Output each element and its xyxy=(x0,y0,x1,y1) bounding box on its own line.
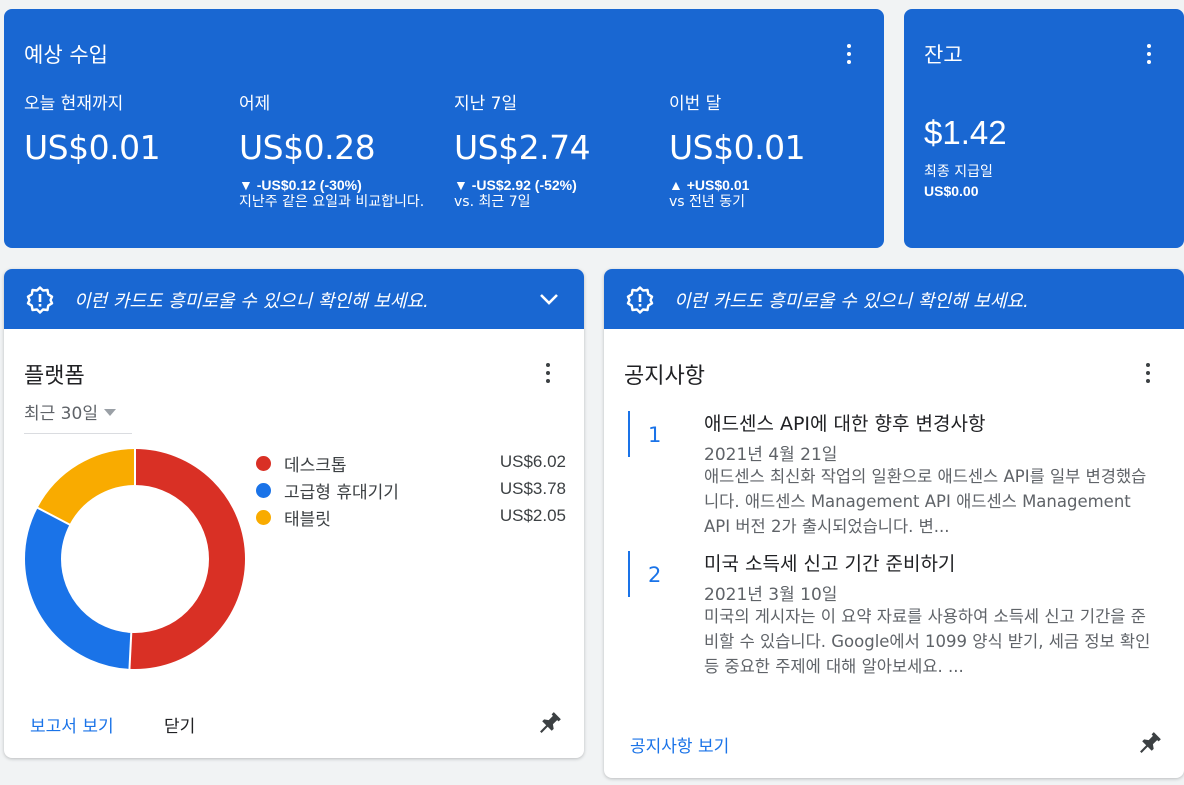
balance-more-icon[interactable] xyxy=(1147,44,1151,66)
metric-value: US$0.01 xyxy=(669,128,806,167)
legend-swatch xyxy=(256,483,271,498)
banner-text: 이런 카드도 흥미로울 수 있으니 확인해 보세요. xyxy=(74,291,429,312)
notice-accent-bar xyxy=(628,411,630,457)
chart-legend: 데스크톱 US$6.02 고급형 휴대기기 US$3.78 태블릿 US$2.0… xyxy=(256,451,566,532)
last-payment-label: 최종 지급일 xyxy=(924,164,993,180)
period-label: 최근 30일 xyxy=(24,404,98,424)
notice-accent-bar xyxy=(628,551,630,597)
notice-item[interactable]: 1 애드센스 API에 대한 향후 변경사항 2021년 4월 21일 애드센스… xyxy=(628,409,1158,539)
metric-label: 지난 7일 xyxy=(454,94,518,114)
close-button[interactable]: 닫기 xyxy=(164,712,195,737)
metric-value: US$2.74 xyxy=(454,128,591,167)
legend-item-tablet: 태블릿 US$2.05 xyxy=(256,505,566,532)
metric-this-month: 이번 달 US$0.01 ▲ +US$0.01 vs 전년 동기 xyxy=(669,89,869,212)
metric-label: 오늘 현재까지 xyxy=(24,94,124,114)
metric-value: US$0.01 xyxy=(24,128,161,167)
banner-text: 이런 카드도 흥미로울 수 있으니 확인해 보세요. xyxy=(674,291,1029,312)
alert-badge-icon xyxy=(26,286,54,314)
legend-swatch xyxy=(256,510,271,525)
legend-swatch xyxy=(256,456,271,471)
platform-donut-chart xyxy=(25,448,245,670)
notices-title: 공지사항 xyxy=(624,364,705,389)
metric-note: vs 전년 동기 xyxy=(669,194,745,210)
earnings-card: 예상 수입 오늘 현재까지 US$0.01 어제 US$0.28 ▼ -US$0… xyxy=(4,9,884,248)
earnings-title: 예상 수입 xyxy=(24,43,108,67)
notice-body: 미국의 게시자는 이 요약 자료를 사용하여 소득세 신고 기간을 준비할 수 … xyxy=(704,607,1151,676)
legend-item-high-end-mobile: 고급형 휴대기기 US$3.78 xyxy=(256,478,566,505)
legend-label: 고급형 휴대기기 xyxy=(284,483,399,503)
suggestion-banner[interactable]: 이런 카드도 흥미로울 수 있으니 확인해 보세요. xyxy=(604,269,1184,329)
legend-value: US$6.02 xyxy=(499,452,566,471)
alert-badge-icon xyxy=(626,286,654,314)
metric-today: 오늘 현재까지 US$0.01 xyxy=(24,89,224,167)
metric-delta: ▲ +US$0.01 xyxy=(669,177,750,193)
balance-card: 잔고 $1.42 최종 지급일 US$0.00 xyxy=(904,9,1184,248)
notice-number: 2 xyxy=(648,563,662,587)
metric-delta: ▼ -US$2.92 (-52%) xyxy=(454,177,577,193)
metric-delta: ▼ -US$0.12 (-30%) xyxy=(239,177,362,193)
platform-title: 플랫폼 xyxy=(24,364,85,389)
platform-more-icon[interactable] xyxy=(546,363,550,385)
pin-icon[interactable] xyxy=(1137,730,1163,756)
notices-card: 이런 카드도 흥미로울 수 있으니 확인해 보세요. 공지사항 1 애드센스 A… xyxy=(604,269,1184,778)
legend-item-desktop: 데스크톱 US$6.02 xyxy=(256,451,566,478)
period-dropdown[interactable]: 최근 30일 xyxy=(24,399,132,434)
balance-value: $1.42 xyxy=(924,114,1007,151)
legend-value: US$2.05 xyxy=(499,506,566,525)
caret-down-icon xyxy=(103,409,116,416)
last-payment-value: US$0.00 xyxy=(924,183,979,199)
legend-label: 태블릿 xyxy=(284,510,331,530)
notice-date: 2021년 4월 21일 xyxy=(704,445,838,465)
notice-date: 2021년 3월 10일 xyxy=(704,585,838,605)
notice-title[interactable]: 애드센스 API에 대한 향후 변경사항 xyxy=(704,409,985,436)
metric-label: 이번 달 xyxy=(669,94,722,114)
legend-label: 데스크톱 xyxy=(284,456,347,476)
notice-item[interactable]: 2 미국 소득세 신고 기간 준비하기 2021년 3월 10일 미국의 게시자… xyxy=(628,549,1158,679)
notices-more-icon[interactable] xyxy=(1146,363,1150,385)
legend-value: US$3.78 xyxy=(499,479,566,498)
notice-title[interactable]: 미국 소득세 신고 기간 준비하기 xyxy=(704,549,955,576)
notice-body: 애드센스 최신화 작업의 일환으로 애드센스 API를 일부 변경했습니다. 애… xyxy=(704,467,1147,536)
earnings-more-icon[interactable] xyxy=(847,44,851,66)
suggestion-banner[interactable]: 이런 카드도 흥미로울 수 있으니 확인해 보세요. xyxy=(4,269,584,329)
metric-value: US$0.28 xyxy=(239,128,376,167)
metric-last-7-days: 지난 7일 US$2.74 ▼ -US$2.92 (-52%) vs. 최근 7… xyxy=(454,89,654,212)
metric-label: 어제 xyxy=(239,94,271,114)
platform-card: 이런 카드도 흥미로울 수 있으니 확인해 보세요. 플랫폼 최근 30일 데스… xyxy=(4,269,584,758)
balance-title: 잔고 xyxy=(924,43,963,67)
chevron-down-icon[interactable] xyxy=(538,289,560,309)
metric-note: 지난주 같은 요일과 비교합니다. xyxy=(239,194,425,210)
notice-number: 1 xyxy=(648,423,662,447)
pin-icon[interactable] xyxy=(537,710,563,736)
metric-note: vs. 최근 7일 xyxy=(454,194,531,210)
metric-yesterday: 어제 US$0.28 ▼ -US$0.12 (-30%) 지난주 같은 요일과 … xyxy=(239,89,439,212)
view-notices-link[interactable]: 공지사항 보기 xyxy=(630,732,729,757)
view-report-link[interactable]: 보고서 보기 xyxy=(30,712,114,737)
